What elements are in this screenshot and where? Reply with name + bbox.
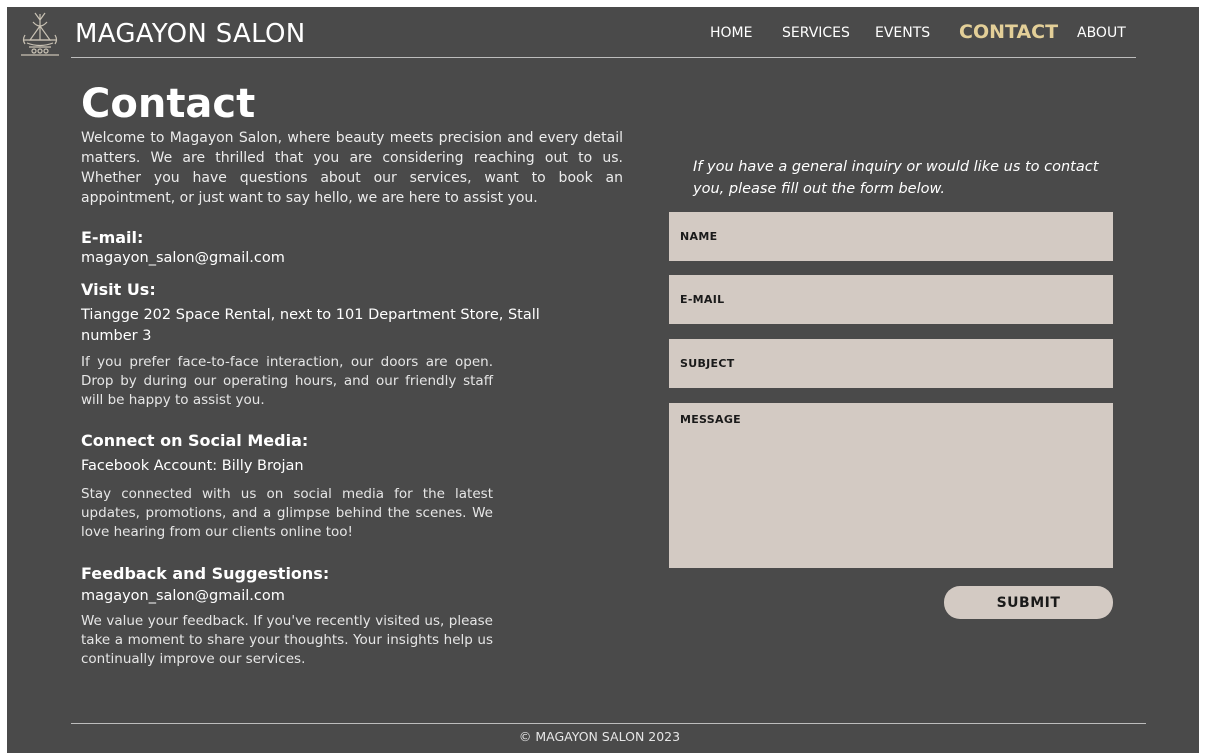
header-divider <box>71 57 1136 58</box>
feedback-email[interactable]: magayon_salon@gmail.com <box>81 588 285 604</box>
feedback-heading: Feedback and Suggestions: <box>81 564 330 583</box>
nav-services[interactable]: SERVICES <box>782 25 850 41</box>
visit-heading: Visit Us: <box>81 280 156 299</box>
name-input[interactable] <box>669 212 1113 261</box>
nav-about[interactable]: ABOUT <box>1077 25 1126 41</box>
subject-input[interactable] <box>669 339 1113 388</box>
footer-copyright: © MAGAYON SALON 2023 <box>518 729 681 744</box>
form-intro: If you have a general inquiry or would l… <box>693 159 1099 197</box>
main-nav: HOME SERVICES EVENTS CONTACT ABOUT <box>7 21 1199 47</box>
facebook-account[interactable]: Facebook Account: Billy Brojan <box>81 458 304 474</box>
email-input[interactable] <box>669 275 1113 324</box>
nav-home[interactable]: HOME <box>710 25 752 41</box>
email-value[interactable]: magayon_salon@gmail.com <box>81 250 285 266</box>
email-heading: E-mail: <box>81 228 144 247</box>
feedback-text: We value your feedback. If you've recent… <box>81 613 493 667</box>
social-text: Stay connected with us on social media f… <box>81 486 493 540</box>
message-input[interactable] <box>669 403 1113 568</box>
page: MAGAYON SALON HOME SERVICES EVENTS CONTA… <box>7 7 1199 753</box>
intro-text: Welcome to Magayon Salon, where beauty m… <box>81 130 623 206</box>
visit-text: If you prefer face-to-face interaction, … <box>81 354 493 408</box>
visit-address: Tiangge 202 Space Rental, next to 101 De… <box>81 307 540 344</box>
nav-events[interactable]: EVENTS <box>875 25 930 41</box>
social-heading: Connect on Social Media: <box>81 431 309 450</box>
nav-contact[interactable]: CONTACT <box>959 21 1058 43</box>
page-title: Contact <box>81 81 256 127</box>
submit-button[interactable]: SUBMIT <box>944 586 1113 619</box>
footer-divider <box>71 723 1146 724</box>
